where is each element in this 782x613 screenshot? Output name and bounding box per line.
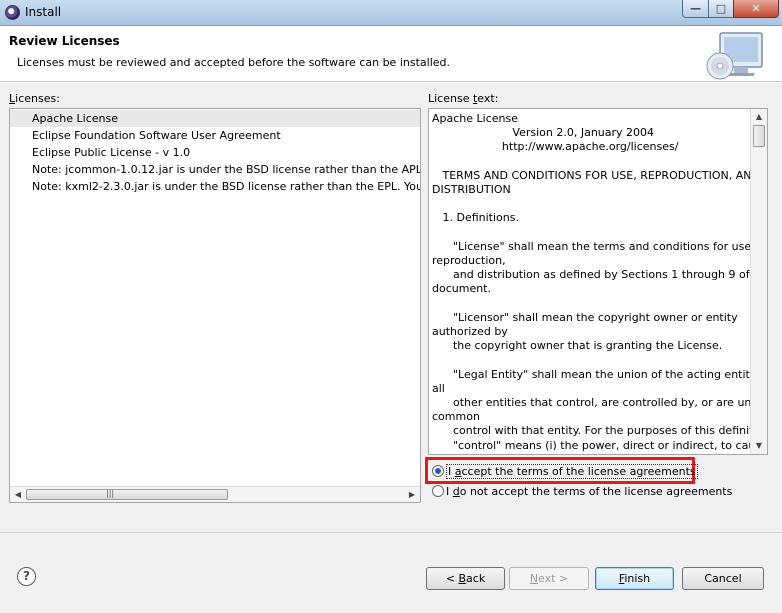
radio-unchecked-icon[interactable] <box>432 485 444 497</box>
page-description: Licenses must be reviewed and accepted b… <box>17 56 450 69</box>
license-text-line <box>432 297 750 311</box>
finish-button[interactable]: Finish <box>595 567 674 590</box>
license-text-line <box>432 226 750 240</box>
wizard-banner: Review Licenses Licenses must be reviewe… <box>0 26 782 82</box>
list-item-label: Note: kxml2-2.3.0.jar is under the BSD l… <box>32 180 420 193</box>
list-item-label: Apache License <box>32 112 119 125</box>
scroll-up-icon[interactable]: ▲ <box>753 111 765 123</box>
license-text-line: reproduction, <box>432 254 506 268</box>
window-title: Install <box>25 5 62 19</box>
licenses-list[interactable]: Apache License Eclipse Foundation Softwa… <box>9 108 421 503</box>
list-item-label: Eclipse Public License - v 1.0 <box>32 146 191 159</box>
list-item[interactable]: Note: kxml2-2.3.0.jar is under the BSD l… <box>10 178 420 195</box>
license-text-line: authorized by <box>432 325 508 339</box>
cancel-button[interactable]: Cancel <box>682 567 764 590</box>
license-text-label: License text: <box>428 92 499 105</box>
license-text-line: "control" means (i) the power, direct or… <box>432 438 768 452</box>
scrollbar-thumb[interactable] <box>26 489 228 500</box>
license-text-content: Apache License Version 2.0, January 2004… <box>432 112 768 453</box>
list-item-label: Eclipse Foundation Software User Agreeme… <box>32 129 281 142</box>
vertical-scrollbar[interactable]: ▲ ▼ <box>750 109 767 454</box>
back-button[interactable]: < Back <box>426 567 505 590</box>
help-icon: ? <box>23 569 30 583</box>
help-button[interactable]: ? <box>17 567 36 586</box>
divider <box>0 532 782 533</box>
license-text-area[interactable]: Apache License Version 2.0, January 2004… <box>428 108 768 455</box>
license-text-line <box>432 353 750 367</box>
title-bar: Install — □ ✕ <box>0 0 782 26</box>
license-text-line: control with that entity. For the purpos… <box>432 424 768 438</box>
licenses-label: Licenses: <box>9 92 60 105</box>
license-text-line: "Legal Entity" shall mean the union of t… <box>432 367 768 381</box>
license-text-line <box>432 155 750 169</box>
eclipse-icon <box>5 5 20 20</box>
license-text-line: common <box>432 410 480 424</box>
minimize-button[interactable]: — <box>682 0 709 18</box>
close-icon: ✕ <box>751 2 761 15</box>
scroll-down-icon[interactable]: ▼ <box>753 440 765 452</box>
license-text-line <box>432 197 750 211</box>
license-text-line: 1. Definitions. <box>432 211 519 225</box>
radio-checked-icon[interactable] <box>432 465 444 477</box>
license-text-line: document. <box>432 282 491 296</box>
list-item[interactable]: Apache License <box>10 110 420 127</box>
wizard-content: Licenses: License text: Apache License E… <box>0 83 782 613</box>
license-text-line: "Licensor" shall mean the copyright owne… <box>432 310 738 324</box>
scroll-right-icon[interactable]: ▶ <box>405 488 419 502</box>
list-item[interactable]: Eclipse Public License - v 1.0 <box>10 144 190 161</box>
maximize-button[interactable]: □ <box>708 0 734 18</box>
license-text-line: Version 2.0, January 2004 <box>432 126 655 140</box>
monitor-cd-icon <box>706 32 763 80</box>
scroll-left-icon[interactable]: ◀ <box>11 488 25 502</box>
decline-label[interactable]: I do not accept the terms of the license… <box>446 485 732 498</box>
scrollbar-thumb[interactable] <box>753 125 765 147</box>
license-text-line: Apache License <box>432 112 519 125</box>
minimize-icon: — <box>690 2 701 15</box>
license-text-line: other entities that control, are control… <box>432 396 768 410</box>
accept-radio[interactable]: I accept the terms of the license agreem… <box>432 463 698 479</box>
page-title: Review Licenses <box>9 34 120 48</box>
license-text-line: "License" shall mean the terms and condi… <box>432 239 755 253</box>
license-text-line: the copyright owner that is granting the… <box>432 339 723 353</box>
grip-icon: ||| <box>106 489 115 498</box>
list-item-label: Note: jcommon-1.0.12.jar is under the BS… <box>32 163 421 176</box>
decline-radio[interactable]: I do not accept the terms of the license… <box>432 483 732 499</box>
close-button[interactable]: ✕ <box>733 0 779 18</box>
list-item[interactable]: Note: jcommon-1.0.12.jar is under the BS… <box>10 161 421 178</box>
license-text-line: http://www.apache.org/licenses/ <box>432 140 679 154</box>
next-button[interactable]: Next > <box>509 567 589 590</box>
maximize-icon: □ <box>715 2 727 15</box>
license-text-line: all <box>432 381 445 395</box>
accept-label[interactable]: I accept the terms of the license agreem… <box>446 463 698 479</box>
license-text-line: TERMS AND CONDITIONS FOR USE, REPRODUCTI… <box>432 168 761 182</box>
license-text-line: and distribution as defined by Sections … <box>432 268 768 282</box>
list-item[interactable]: Eclipse Foundation Software User Agreeme… <box>10 127 281 144</box>
license-text-line: DISTRIBUTION <box>432 183 511 197</box>
horizontal-scrollbar[interactable]: ◀ ||| ▶ <box>10 486 420 502</box>
